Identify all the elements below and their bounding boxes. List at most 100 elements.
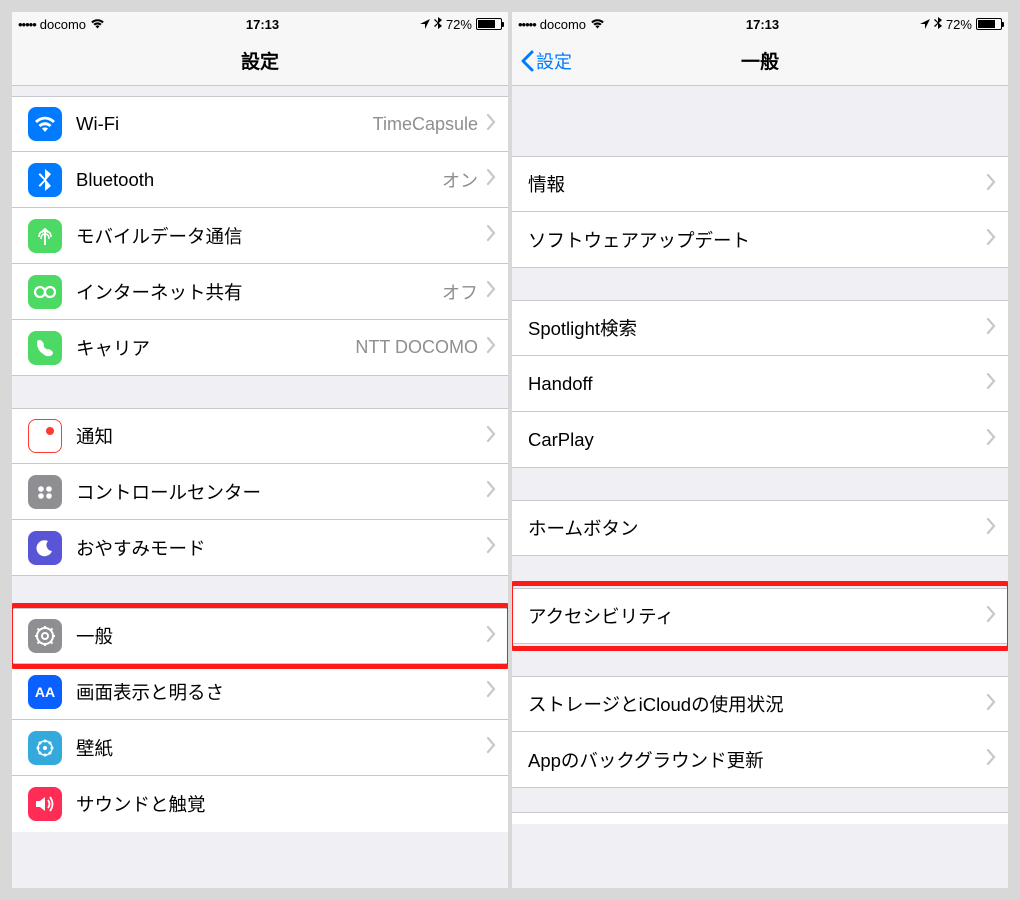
spotlight-row[interactable]: Spotlight検索 (512, 300, 1008, 356)
page-title: 一般 (741, 47, 779, 74)
row-label: おやすみモード (76, 535, 486, 561)
row-label: ソフトウェアアップデート (528, 227, 986, 253)
chevron-right-icon (986, 373, 996, 394)
row-label: Handoff (528, 373, 986, 395)
battery-pct: 72% (946, 17, 972, 32)
wifi-row[interactable]: Wi-Fi TimeCapsule (12, 96, 508, 152)
row-value: オン (442, 167, 478, 193)
sounds-icon (28, 787, 62, 821)
row-label: Bluetooth (76, 169, 442, 191)
back-button[interactable]: 設定 (520, 48, 572, 74)
chevron-right-icon (986, 229, 996, 250)
display-icon: AA (28, 675, 62, 709)
row-label: モバイルデータ通信 (76, 223, 486, 249)
about-row[interactable]: 情報 (512, 156, 1008, 212)
hotspot-row[interactable]: インターネット共有 オフ (12, 264, 508, 320)
row-value: TimeCapsule (373, 114, 478, 135)
chevron-right-icon (486, 626, 496, 647)
row-label: ストレージとiCloudの使用状況 (528, 691, 986, 717)
do-not-disturb-icon (28, 531, 62, 565)
row-label: 一般 (76, 623, 486, 649)
row-label: Appのバックグラウンド更新 (528, 747, 986, 773)
row-value: オフ (442, 279, 478, 305)
hotspot-icon (28, 275, 62, 309)
general-row[interactable]: 一般 (12, 608, 508, 664)
accessibility-row[interactable]: アクセシビリティ (512, 588, 1008, 644)
row-label: Spotlight検索 (528, 315, 986, 341)
carrier-row[interactable]: キャリア NTT DOCOMO (12, 320, 508, 376)
home-button-row[interactable]: ホームボタン (512, 500, 1008, 556)
chevron-right-icon (486, 681, 496, 702)
row-label: インターネット共有 (76, 279, 442, 305)
status-bar: ••••• docomo 17:13 72% (12, 12, 508, 36)
chevron-right-icon (486, 281, 496, 302)
page-title: 設定 (241, 47, 279, 74)
back-label: 設定 (536, 48, 572, 74)
signal-dots-icon: ••••• (18, 17, 36, 32)
chevron-right-icon (486, 169, 496, 190)
location-icon (920, 17, 930, 32)
signal-dots-icon: ••••• (518, 17, 536, 32)
chevron-right-icon (986, 518, 996, 539)
handoff-row[interactable]: Handoff (512, 356, 1008, 412)
wifi-status-icon (90, 17, 105, 32)
chevron-right-icon (486, 737, 496, 758)
settings-screen: ••••• docomo 17:13 72% 設定 (12, 12, 508, 888)
chevron-right-icon (986, 174, 996, 195)
bluetooth-status-icon (934, 17, 942, 32)
status-bar: ••••• docomo 17:13 72% (512, 12, 1008, 36)
row-label: CarPlay (528, 429, 986, 451)
control-center-row[interactable]: コントロールセンター (12, 464, 508, 520)
nav-bar: 設定 (12, 36, 508, 86)
notifications-icon (28, 419, 62, 453)
carrier-icon (28, 331, 62, 365)
carrier-label: docomo (540, 17, 586, 32)
clock: 17:13 (746, 17, 779, 32)
chevron-right-icon (486, 114, 496, 135)
chevron-right-icon (986, 318, 996, 339)
bluetooth-row[interactable]: Bluetooth オン (12, 152, 508, 208)
cellular-icon (28, 219, 62, 253)
row-label: キャリア (76, 335, 355, 361)
wallpaper-icon (28, 731, 62, 765)
battery-pct: 72% (446, 17, 472, 32)
row-label: ホームボタン (528, 515, 986, 541)
background-refresh-row[interactable]: Appのバックグラウンド更新 (512, 732, 1008, 788)
sounds-row[interactable]: サウンドと触覚 (12, 776, 508, 832)
chevron-right-icon (486, 426, 496, 447)
chevron-right-icon (486, 225, 496, 246)
bluetooth-status-icon (434, 17, 442, 32)
clock: 17:13 (246, 17, 279, 32)
row-label: サウンドと触覚 (76, 791, 496, 817)
control-center-icon (28, 475, 62, 509)
general-screen: ••••• docomo 17:13 72% 設定 一般 (512, 12, 1008, 888)
row-label: Wi-Fi (76, 113, 373, 135)
row-value: NTT DOCOMO (355, 337, 478, 358)
chevron-right-icon (986, 749, 996, 770)
chevron-right-icon (486, 537, 496, 558)
cellular-row[interactable]: モバイルデータ通信 (12, 208, 508, 264)
row-label: アクセシビリティ (528, 603, 986, 629)
location-icon (420, 17, 430, 32)
do-not-disturb-row[interactable]: おやすみモード (12, 520, 508, 576)
row-label: 壁紙 (76, 735, 486, 761)
carplay-row[interactable]: CarPlay (512, 412, 1008, 468)
chevron-right-icon (486, 337, 496, 358)
chevron-right-icon (486, 481, 496, 502)
storage-row[interactable]: ストレージとiCloudの使用状況 (512, 676, 1008, 732)
wifi-status-icon (590, 17, 605, 32)
bluetooth-icon (28, 163, 62, 197)
battery-icon (476, 18, 502, 30)
row-label: 通知 (76, 423, 486, 449)
battery-icon (976, 18, 1002, 30)
software-update-row[interactable]: ソフトウェアアップデート (512, 212, 1008, 268)
general-icon (28, 619, 62, 653)
notifications-row[interactable]: 通知 (12, 408, 508, 464)
row-label: 情報 (528, 171, 986, 197)
row-label: 画面表示と明るさ (76, 679, 486, 705)
chevron-right-icon (986, 694, 996, 715)
display-row[interactable]: AA 画面表示と明るさ (12, 664, 508, 720)
wallpaper-row[interactable]: 壁紙 (12, 720, 508, 776)
row-label: コントロールセンター (76, 479, 486, 505)
chevron-right-icon (986, 606, 996, 627)
